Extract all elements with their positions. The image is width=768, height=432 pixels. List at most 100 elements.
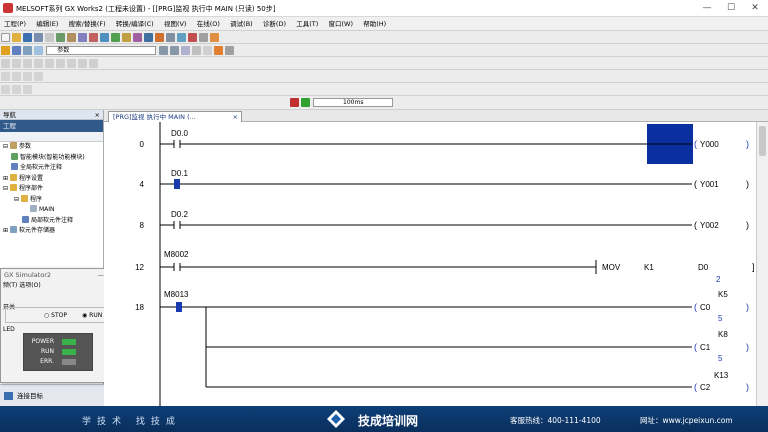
window-icon[interactable] <box>34 46 43 55</box>
menu-find-replace[interactable]: 搜索/替换(F) <box>65 17 110 31</box>
mov-destination: D0 <box>698 263 709 272</box>
jc-logo-icon <box>327 410 345 428</box>
ladder-icon[interactable] <box>199 33 208 42</box>
contact-no-icon[interactable] <box>1 59 10 68</box>
undo-icon[interactable] <box>78 33 87 42</box>
sym-b-icon[interactable] <box>12 72 21 81</box>
menu-help[interactable]: 帮助(H) <box>359 17 390 31</box>
menu-online[interactable]: 在线(O) <box>193 17 224 31</box>
parameter-combo[interactable]: 参数 <box>46 46 157 55</box>
find-icon[interactable] <box>170 46 180 55</box>
coil-bracket-left: ( <box>694 220 697 230</box>
menu-project[interactable]: 工程(P) <box>0 17 30 31</box>
write-plc-icon[interactable] <box>100 33 109 42</box>
coil-bracket-left: ( <box>694 139 697 149</box>
tree-item-program[interactable]: ⊟ 程序 <box>0 194 103 206</box>
sym-c-icon[interactable] <box>23 72 32 81</box>
navigation-toolbar <box>0 132 103 142</box>
toolbar-sampling: 100ms <box>0 96 768 110</box>
active-mode-icon[interactable] <box>214 46 224 55</box>
hline-icon[interactable] <box>56 59 65 68</box>
redo-icon[interactable] <box>89 33 98 42</box>
simulation-icon[interactable] <box>155 33 164 42</box>
close-button[interactable]: ✕ <box>742 0 768 17</box>
cut-icon[interactable] <box>45 33 54 42</box>
contact-or-icon[interactable] <box>23 59 32 68</box>
simulator-menu-options[interactable]: 选项(O) <box>19 282 40 289</box>
err-led <box>62 359 76 365</box>
instruction-icon[interactable] <box>45 59 54 68</box>
maximize-button[interactable]: ☐ <box>718 0 744 17</box>
tree-item-parameter[interactable]: ⊟ 参数 <box>0 142 103 153</box>
minimize-button[interactable]: — <box>694 0 720 17</box>
device-format-icon[interactable] <box>203 46 213 55</box>
verify-icon[interactable] <box>133 33 142 42</box>
menu-window[interactable]: 窗口(W) <box>325 17 358 31</box>
tree-item-local-comment[interactable]: 局部软元件注释 <box>0 215 103 227</box>
read-plc-icon[interactable] <box>111 33 120 42</box>
hotline: 客服热线：400-111-4100 <box>510 416 601 425</box>
open-icon[interactable] <box>12 33 21 42</box>
close-icon[interactable]: × <box>95 110 100 120</box>
connection-destination-tab[interactable]: 连接目标 <box>0 384 104 406</box>
stop-monitor-icon[interactable] <box>188 33 197 42</box>
debug-a-icon[interactable] <box>1 85 10 94</box>
device-icon[interactable] <box>177 33 186 42</box>
menu-debug[interactable]: 调试(B) <box>226 17 257 31</box>
falling-edge-icon[interactable] <box>89 59 98 68</box>
tool-icon[interactable] <box>166 33 175 42</box>
project-tree: ⊟ 参数 智能模块(智能功能模块) 全局软元件注释 ⊞ 程序设置 ⊟ 程序部件 … <box>0 142 103 237</box>
tab-main-monitor[interactable]: [PRG]监视 执行中 MAIN (... × <box>108 111 242 122</box>
app-icon <box>3 3 13 13</box>
debug-c-icon[interactable] <box>23 85 32 94</box>
highlight-icon[interactable] <box>210 33 219 42</box>
tree-item-program-setting[interactable]: ⊞ 程序设置 <box>0 173 103 185</box>
menu-edit[interactable]: 编辑(E) <box>32 17 62 31</box>
folder-icon <box>20 194 28 202</box>
ladder-editor[interactable]: 0 D0.0 ( Y000 ) 4 D0.1 ( Y001 ) 8 D0.2 (… <box>104 122 756 408</box>
contact-nc-icon[interactable] <box>12 59 21 68</box>
sym-a-icon[interactable] <box>1 72 10 81</box>
tree-item-program-parts[interactable]: ⊟ 程序部件 <box>0 184 103 195</box>
vline-icon[interactable] <box>67 59 76 68</box>
format-icon[interactable] <box>192 46 202 55</box>
menu-view[interactable]: 视图(V) <box>160 17 191 31</box>
scroll-thumb[interactable] <box>759 126 766 156</box>
counter-label: C1 <box>700 343 711 352</box>
search-icon[interactable] <box>159 46 169 55</box>
nav-icon[interactable] <box>12 46 21 55</box>
print-icon[interactable] <box>34 33 43 42</box>
copy-icon[interactable] <box>56 33 65 42</box>
step-number: 4 <box>140 180 145 189</box>
tree-item-global-comment[interactable]: 全局软元件注释 <box>0 163 103 174</box>
new-icon[interactable] <box>1 33 10 42</box>
sym-d-icon[interactable] <box>34 72 43 81</box>
zoom-icon[interactable] <box>181 46 191 55</box>
save-icon[interactable] <box>23 33 32 42</box>
vertical-scrollbar[interactable] <box>756 122 768 408</box>
tree-item-intelligent-module[interactable]: 智能模块(智能功能模块) <box>0 152 103 164</box>
close-icon[interactable]: × <box>233 112 238 122</box>
remote-icon[interactable] <box>144 33 153 42</box>
paste-icon[interactable] <box>67 33 76 42</box>
debug-b-icon[interactable] <box>12 85 21 94</box>
stop-radio[interactable]: ○ STOP <box>44 312 67 319</box>
tree-item-device-memory[interactable]: ⊞ 软元件存储器 <box>0 226 103 237</box>
comment-icon[interactable] <box>225 46 235 55</box>
simulator-menu-frequency[interactable]: 频(T) <box>3 282 17 289</box>
coil-bracket-right: ) <box>746 220 749 230</box>
coil-bracket-right: ) <box>746 179 749 189</box>
play-icon[interactable] <box>301 98 310 107</box>
record-icon[interactable] <box>290 98 299 107</box>
run-radio[interactable]: ◉ RUN <box>82 312 102 319</box>
monitor-icon[interactable] <box>122 33 131 42</box>
menu-compile[interactable]: 转换/编译(C) <box>112 17 158 31</box>
scan-time-field[interactable]: 100ms <box>313 98 394 107</box>
list-icon[interactable] <box>23 46 32 55</box>
menu-tool[interactable]: 工具(T) <box>292 17 322 31</box>
tree-item-main[interactable]: MAIN <box>0 205 103 216</box>
project-view-icon[interactable] <box>1 46 10 55</box>
rising-edge-icon[interactable] <box>78 59 87 68</box>
coil-icon[interactable] <box>34 59 43 68</box>
menu-diagnostics[interactable]: 诊断(D) <box>259 17 290 31</box>
